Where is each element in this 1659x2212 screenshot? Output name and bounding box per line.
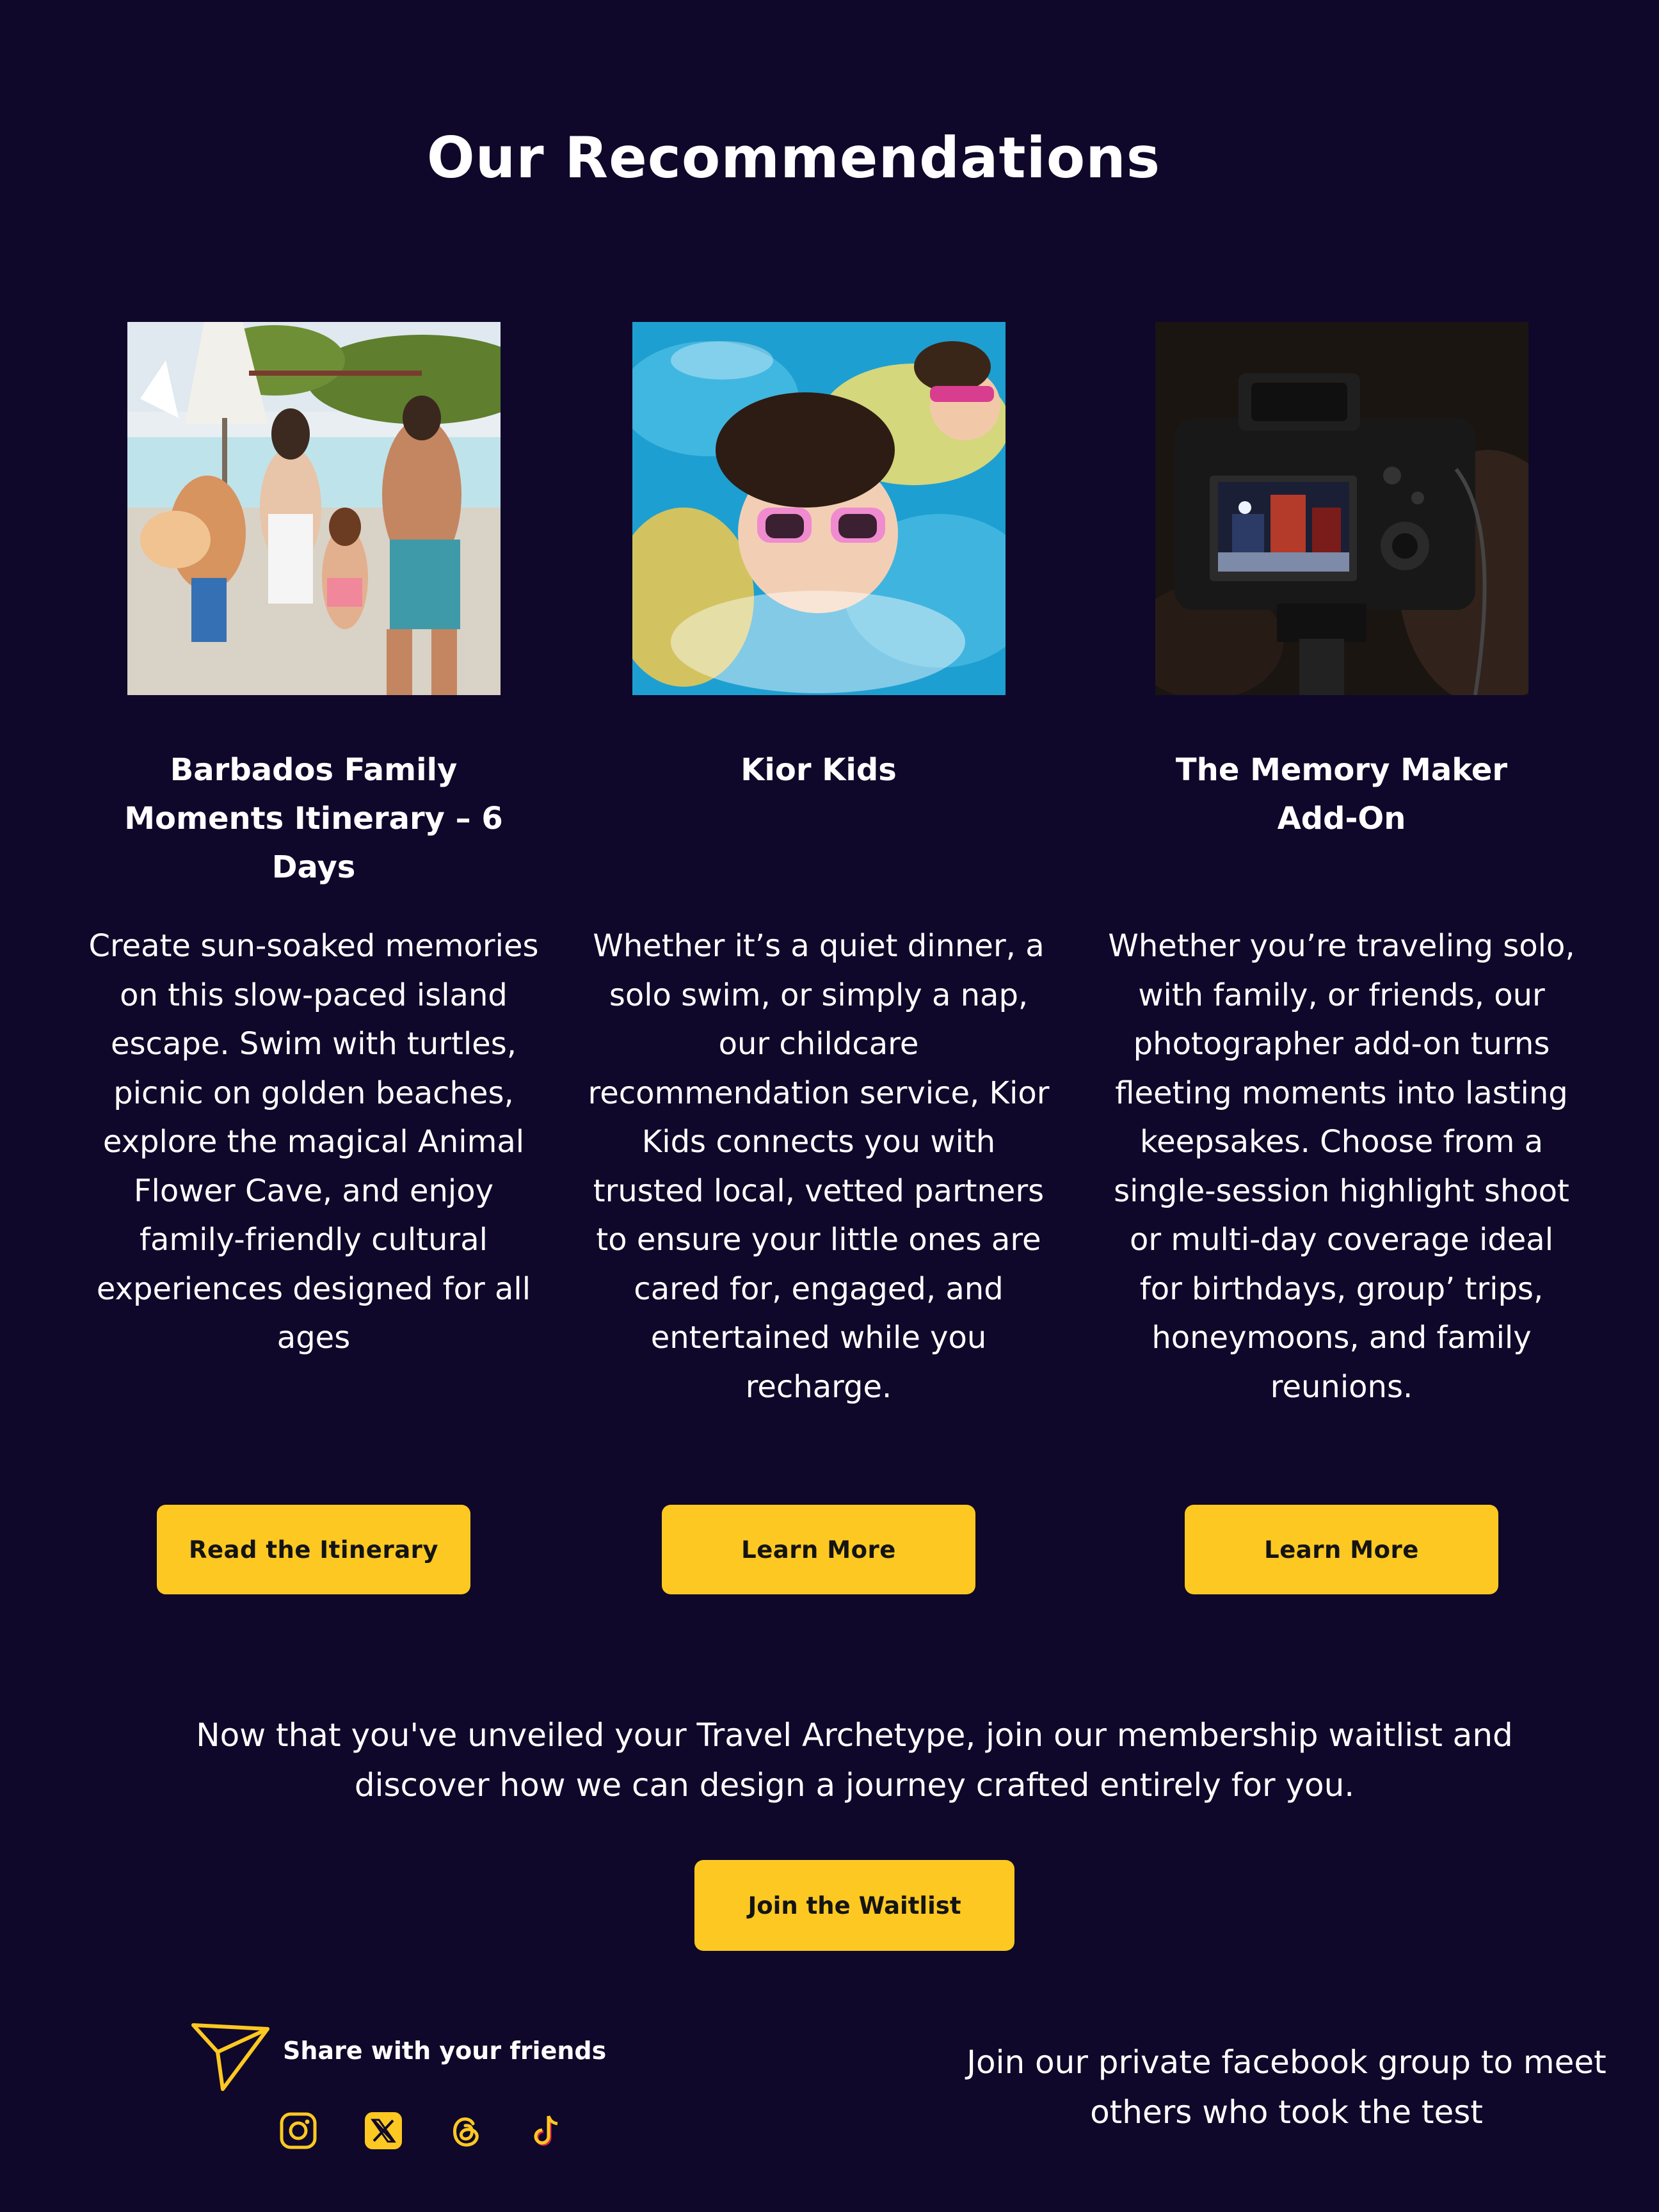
recommendations-page: Our Recommendations Barbados Family Mome… — [0, 0, 1659, 2212]
threads-icon[interactable] — [446, 2111, 486, 2151]
recommendation-card-itinerary: Barbados Family Moments Itinerary – 6 Da… — [70, 322, 557, 1594]
tiktok-icon[interactable] — [526, 2111, 566, 2151]
recommendation-card-kior-kids: Kior Kids Whether it’s a quiet dinner, a… — [575, 322, 1062, 1594]
card-description: Whether it’s a quiet dinner, a solo swim… — [588, 928, 1050, 1405]
learn-more-memory-maker-button[interactable]: Learn More — [1185, 1505, 1498, 1594]
card-title: Kior Kids — [741, 752, 897, 788]
card-title: Barbados Family Moments Itinerary – 6 Da… — [124, 752, 503, 885]
read-itinerary-button[interactable]: Read the Itinerary — [157, 1505, 470, 1594]
instagram-icon[interactable] — [278, 2111, 318, 2151]
paper-plane-icon — [189, 2020, 273, 2094]
join-waitlist-button[interactable]: Join the Waitlist — [694, 1860, 1014, 1951]
waitlist-cta-text: Now that you've unveiled your Travel Arc… — [196, 1717, 1513, 1804]
recommendation-card-memory-maker: The Memory Maker Add-On Whether you’re t… — [1098, 322, 1585, 1594]
camera-tripod-photo — [1155, 322, 1528, 695]
family-resort-photo — [127, 322, 501, 695]
card-description: Whether you’re traveling solo, with fami… — [1108, 928, 1575, 1405]
kids-swimming-photo — [632, 322, 1006, 695]
card-title: The Memory Maker Add-On — [1175, 752, 1508, 837]
x-icon[interactable] — [364, 2111, 403, 2151]
share-label: Share with your friends — [283, 2037, 607, 2065]
card-description: Create sun-soaked memories on this slow-… — [88, 928, 539, 1356]
learn-more-kior-kids-button[interactable]: Learn More — [662, 1505, 975, 1594]
facebook-group-text[interactable]: Join our private facebook group to meet … — [947, 2037, 1626, 2137]
section-title: Our Recommendations — [426, 125, 1161, 191]
